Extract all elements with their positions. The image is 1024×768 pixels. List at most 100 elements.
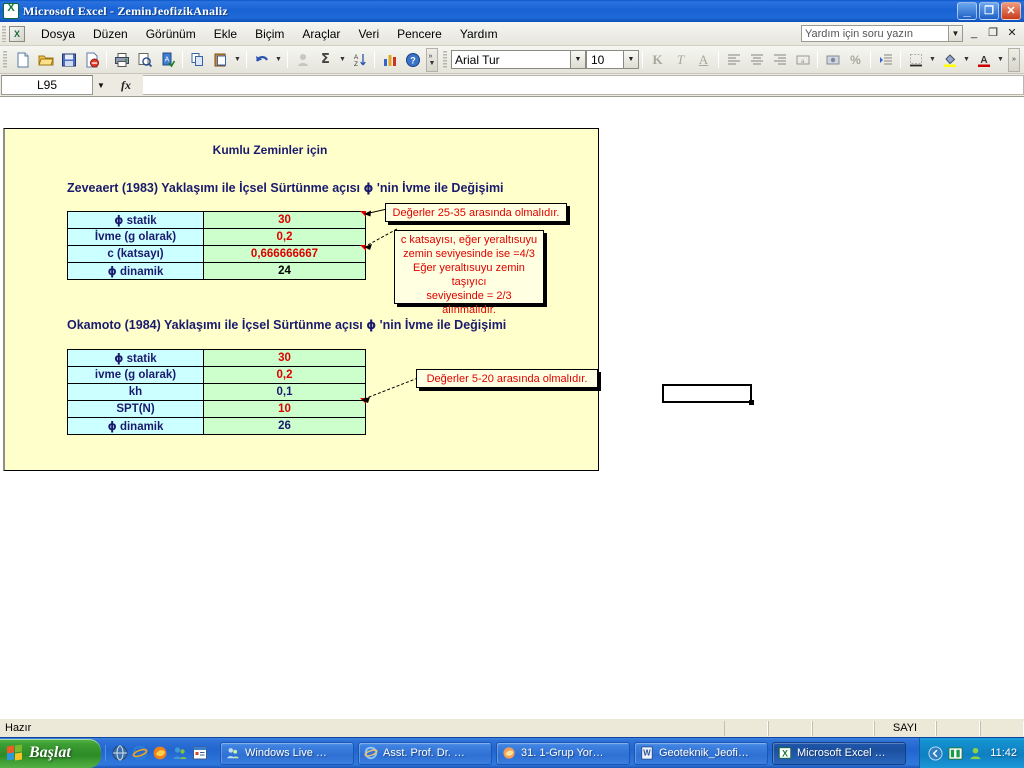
table-row[interactable]: kh 0,1 [67, 383, 366, 401]
table-row[interactable]: ivme (g olarak) 0,2 [67, 366, 366, 384]
cell-label[interactable]: ϕ dinamik [67, 417, 204, 435]
table-row[interactable]: c (katsayı) 0,666666667 [67, 245, 366, 263]
cell-label[interactable]: c (katsayı) [67, 245, 204, 263]
autosum-icon[interactable]: Σ [314, 49, 337, 71]
menu-item-pencere[interactable]: Pencere [388, 24, 451, 44]
paste-options-chevron-down-icon[interactable]: ▼ [232, 49, 243, 71]
undo-icon[interactable] [250, 49, 273, 71]
paste-icon[interactable] [209, 49, 232, 71]
table-row[interactable]: ϕ dinamik 26 [67, 417, 366, 435]
font-size-chevron-down-icon[interactable]: ▼ [624, 50, 639, 69]
align-center-icon[interactable] [745, 49, 768, 71]
minimize-button[interactable]: _ [957, 2, 977, 20]
font-name-chevron-down-icon[interactable]: ▼ [571, 50, 586, 69]
currency-icon[interactable] [821, 49, 844, 71]
borders-icon[interactable] [904, 49, 927, 71]
menu-item-ekle[interactable]: Ekle [205, 24, 246, 44]
cell-label[interactable]: ϕ dinamik [67, 262, 204, 280]
permission-icon[interactable] [80, 49, 103, 71]
table-row[interactable]: SPT(N) 10 [67, 400, 366, 418]
chevron-down-icon[interactable]: ▼ [949, 25, 963, 42]
chart-wizard-icon[interactable] [378, 49, 401, 71]
menu-item-bicim[interactable]: Biçim [246, 24, 293, 44]
cell-value[interactable]: 0,2 [203, 366, 366, 384]
merge-cells-icon[interactable]: a [791, 49, 814, 71]
standard-toolbar-handle[interactable] [3, 50, 7, 69]
bold-button[interactable]: K [646, 49, 669, 71]
task-button-asst-prof-dr[interactable]: Asst. Prof. Dr. … [358, 741, 492, 765]
comment-marker-phi-statik-1[interactable] [360, 211, 366, 217]
comment-box-phi-statik-1[interactable]: Değerler 25-35 arasında olmalıdır. [385, 203, 567, 222]
menu-item-dosya[interactable]: Dosya [32, 24, 84, 44]
undo-chevron-down-icon[interactable]: ▼ [273, 49, 284, 71]
ask-a-question-input[interactable]: Yardım için soru yazın [801, 25, 949, 42]
print-preview-icon[interactable] [133, 49, 156, 71]
spell-check-icon[interactable]: A [156, 49, 179, 71]
taskbar-clock[interactable]: 11:42 [990, 747, 1017, 759]
table-row[interactable]: ϕ statik 30 [67, 349, 366, 367]
cell-value[interactable]: 30 [203, 349, 366, 367]
font-color-icon[interactable]: A [972, 49, 995, 71]
cell-value[interactable]: 10 [203, 400, 366, 418]
worksheet-area[interactable]: Kumlu Zeminler için Zeveaert (1983) Yakl… [0, 96, 1024, 718]
table-row[interactable]: ϕ dinamik 24 [67, 262, 366, 280]
save-icon[interactable] [57, 49, 80, 71]
media-icon[interactable] [192, 745, 208, 761]
menu-item-veri[interactable]: Veri [349, 24, 388, 44]
task-button-microsoft-excel[interactable]: X Microsoft Excel … [772, 741, 906, 765]
task-button-windows-live[interactable]: Windows Live … [220, 741, 354, 765]
tray-expand-icon[interactable] [928, 745, 943, 761]
font-color-chevron-down-icon[interactable]: ▼ [995, 49, 1006, 71]
sort-ascending-icon[interactable]: AZ [348, 49, 371, 71]
new-icon[interactable] [11, 49, 34, 71]
menu-item-gorunum[interactable]: Görünüm [137, 24, 205, 44]
document-control-icon[interactable] [9, 25, 25, 42]
comment-marker-c-katsayi[interactable] [360, 245, 366, 251]
cell-value[interactable]: 0,1 [203, 383, 366, 401]
align-right-icon[interactable] [768, 49, 791, 71]
increase-indent-icon[interactable] [874, 49, 897, 71]
copy-icon[interactable] [186, 49, 209, 71]
name-box-chevron-down-icon[interactable]: ▼ [93, 75, 109, 95]
formatting-toolbar-handle[interactable] [443, 50, 447, 69]
borders-chevron-down-icon[interactable]: ▼ [927, 49, 938, 71]
cell-value[interactable]: 30 [203, 211, 366, 229]
doc-restore-button[interactable]: ❐ [985, 26, 1001, 42]
cell-value[interactable]: 0,2 [203, 228, 366, 246]
restore-button[interactable]: ❐ [979, 2, 999, 20]
menu-drag-handle[interactable] [2, 25, 6, 42]
comment-box-c-katsayi[interactable]: c katsayısı, eğer yeraltısuyu zemin sevi… [394, 230, 544, 316]
open-icon[interactable] [34, 49, 57, 71]
cell-label[interactable]: ϕ statik [67, 349, 204, 367]
comment-box-spt-n[interactable]: Değerler 5-20 arasında olmalıdır. [416, 369, 598, 388]
menu-item-araclar[interactable]: Araçlar [293, 24, 349, 44]
formula-input[interactable] [143, 75, 1024, 95]
tray-user-icon[interactable] [968, 746, 983, 761]
tray-network-icon[interactable] [948, 746, 963, 761]
font-name-input[interactable]: Arial Tur [451, 50, 571, 69]
font-size-input[interactable]: 10 [586, 50, 624, 69]
active-cell-selection[interactable] [662, 384, 754, 405]
print-icon[interactable] [110, 49, 133, 71]
close-button[interactable]: ✕ [1001, 2, 1021, 20]
cell-label[interactable]: ivme (g olarak) [67, 366, 204, 384]
italic-button[interactable]: T [669, 49, 692, 71]
cell-value[interactable]: 24 [203, 262, 366, 280]
table-zeveaert[interactable]: ϕ statik 30 İvme (g olarak) 0,2 c (katsa… [67, 211, 366, 280]
cell-label[interactable]: ϕ statik [67, 211, 204, 229]
doc-minimize-button[interactable]: _ [966, 26, 982, 42]
cell-label[interactable]: İvme (g olarak) [67, 228, 204, 246]
help-icon[interactable]: ? [401, 49, 424, 71]
task-button-grup-yorum[interactable]: 31. 1-Grup Yor… [496, 741, 630, 765]
table-row[interactable]: İvme (g olarak) 0,2 [67, 228, 366, 246]
start-button[interactable]: Başlat [0, 738, 101, 768]
table-okamoto[interactable]: ϕ statik 30 ivme (g olarak) 0,2 kh 0,1 S… [67, 349, 366, 435]
doc-close-button[interactable]: ✕ [1004, 26, 1020, 42]
table-row[interactable]: ϕ statik 30 [67, 211, 366, 229]
name-box[interactable]: L95 [1, 75, 93, 95]
insert-function-icon[interactable]: fx [109, 78, 143, 93]
cell-value[interactable]: 26 [203, 417, 366, 435]
internet-explorer-icon[interactable] [132, 745, 148, 761]
firefox-icon[interactable] [152, 745, 168, 761]
fill-color-chevron-down-icon[interactable]: ▼ [961, 49, 972, 71]
